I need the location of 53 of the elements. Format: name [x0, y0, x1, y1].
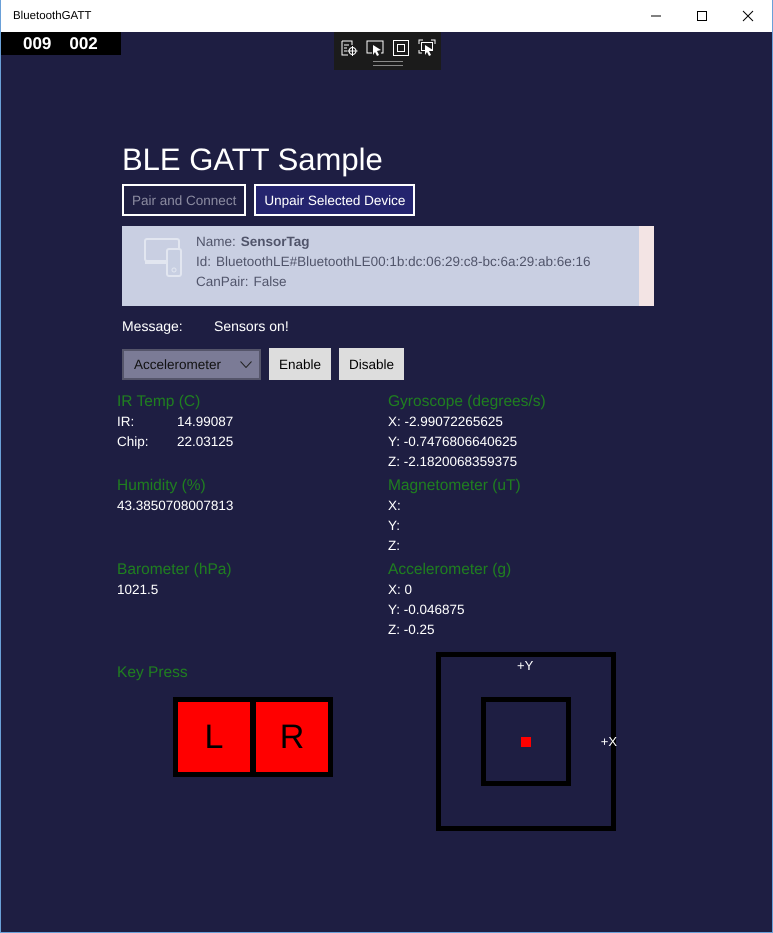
- counter-value: 009: [23, 34, 52, 54]
- field-label: Id:: [196, 254, 212, 271]
- target-list-icon[interactable]: [340, 39, 358, 57]
- sensor-heading: Gyroscope (degrees/s): [388, 393, 547, 412]
- field-label: Name:: [196, 234, 236, 251]
- accel-marker: [521, 736, 531, 746]
- axis-label: +Y: [517, 658, 534, 673]
- reading-label: IR:: [117, 414, 136, 431]
- field-label: CanPair:: [196, 274, 249, 291]
- sensor-heading: Magnetometer (uT): [388, 477, 522, 496]
- field-value: False: [254, 274, 287, 291]
- sensor-dropdown[interactable]: Accelerometer: [122, 348, 261, 380]
- chevron-icon: [240, 360, 252, 368]
- drag-handle[interactable]: [372, 61, 402, 66]
- sensor-heading: Accelerometer (g): [388, 561, 512, 580]
- reading-value: X: 0: [388, 582, 414, 599]
- reading-value: Z: -2.1820068359375: [388, 454, 518, 471]
- key-indicator: L: [178, 702, 250, 772]
- unpair-button[interactable]: Unpair Selected Device: [254, 184, 416, 216]
- reading-value: Y: -0.7476806640625: [388, 434, 518, 451]
- window-title: BluetoothGATT: [13, 10, 92, 22]
- key-indicator: R: [256, 702, 328, 772]
- reading-value: 1021.5: [117, 582, 160, 599]
- reading-value: X:: [388, 498, 402, 515]
- counter-value: 002: [69, 34, 98, 54]
- frame-icon[interactable]: [392, 39, 410, 57]
- reading-value: X: -2.99072265625: [388, 414, 504, 431]
- field-value: BluetoothLE#BluetoothLE00:1b:dc:06:29:c8-bc:6a:29:ab:6e:16: [216, 254, 591, 271]
- scroll-bar[interactable]: [639, 226, 654, 306]
- maximize-icon[interactable]: [696, 10, 708, 22]
- display-cursor-icon[interactable]: [418, 39, 436, 57]
- sensor-heading: Barometer (hPa): [117, 561, 233, 580]
- sensor-heading: IR Temp (C): [117, 393, 202, 412]
- reading-value: Z: -0.25: [388, 622, 436, 639]
- reading-value: Z:: [388, 538, 401, 555]
- reading-value: Y: -0.046875: [388, 602, 466, 619]
- axis-label: +X: [600, 734, 617, 749]
- page-title: BLE GATT Sample: [122, 142, 384, 179]
- close-icon[interactable]: [742, 10, 754, 22]
- message-label: Message:: [122, 318, 184, 334]
- reading-value: 43.3850708007813: [117, 498, 234, 515]
- disable-button[interactable]: Disable: [339, 348, 404, 380]
- sensor-heading: Humidity (%): [117, 477, 207, 496]
- sensor-heading: Key Press: [117, 664, 189, 683]
- field-value: SensorTag: [240, 234, 310, 251]
- select-cursor-icon[interactable]: [366, 39, 384, 57]
- reading-value: 14.99087: [177, 414, 234, 431]
- reading-label: Chip:: [117, 434, 150, 451]
- reading-value: 22.03125: [177, 434, 234, 451]
- enable-button[interactable]: Enable: [269, 348, 332, 380]
- device-item[interactable]: Name: SensorTag Id: BluetoothLE#BluetoothLE00:1b:dc:06:29:c8-bc:6a:29:ab:6e:16 CanPair: False: [122, 226, 639, 306]
- message-text: Sensors on!: [214, 318, 289, 334]
- reading-value: Y:: [388, 518, 402, 535]
